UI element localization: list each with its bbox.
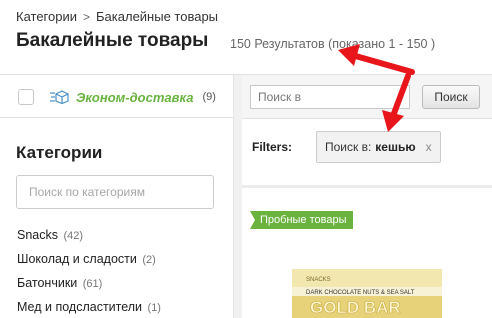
category-name[interactable]: Мед и подсластители [17, 300, 142, 314]
sidebar: Эконом-доставка (9) Категории Snacks (42… [0, 75, 233, 318]
remove-filter-icon[interactable]: x [426, 140, 432, 154]
breadcrumb-item-current[interactable]: Бакалейные товары [96, 9, 218, 24]
active-filter-chip: Поиск в: кешью x [316, 131, 441, 163]
sidebar-divider [0, 117, 233, 118]
category-count: (42) [63, 230, 84, 242]
page-title: Бакалейные товары [16, 30, 209, 51]
econ-delivery-filter[interactable]: Эконом-доставка (9) [18, 89, 216, 105]
column-divider [233, 75, 242, 318]
results-panel: Filters: Поиск в: кешью x Пробные товары… [242, 119, 492, 318]
search-within-button[interactable]: Поиск [422, 85, 480, 109]
category-count: (2) [142, 254, 156, 266]
product-brand-text: SNACKS [306, 277, 331, 283]
search-within-bar: Поиск [242, 75, 492, 119]
delivery-box-icon [50, 90, 69, 104]
product-flavor-text: DARK CHOCOLATE NUTS & SEA SALT [306, 290, 415, 296]
category-name[interactable]: Snacks [17, 228, 58, 242]
category-search-input[interactable] [16, 175, 214, 209]
category-name[interactable]: Батончики [17, 276, 77, 290]
category-item-chocolate[interactable]: Шоколад и сладости (2) [17, 247, 161, 271]
category-item-snacks[interactable]: Snacks (42) [17, 223, 161, 247]
breadcrumb-separator: > [83, 9, 91, 24]
filters-label: Filters: [252, 140, 293, 154]
category-list: Snacks (42) Шоколад и сладости (2) Батон… [17, 223, 161, 318]
filter-chip-value: кешью [375, 140, 416, 154]
categories-heading: Категории [16, 143, 103, 162]
promo-badge: Пробные товары [250, 211, 353, 229]
category-count: (61) [82, 278, 103, 290]
breadcrumb-item-categories[interactable]: Категории [16, 9, 77, 24]
filters-divider [242, 185, 492, 188]
category-count: (1) [147, 302, 161, 314]
breadcrumb: Категории > Бакалейные товары [16, 9, 218, 24]
econ-delivery-checkbox[interactable] [18, 89, 34, 105]
econ-delivery-label[interactable]: Эконом-доставка [76, 90, 193, 105]
category-item-bars[interactable]: Батончики (61) [17, 271, 161, 295]
econ-delivery-count: (9) [202, 91, 216, 103]
category-name[interactable]: Шоколад и сладости [17, 252, 137, 266]
product-image[interactable]: SNACKS DARK CHOCOLATE NUTS & SEA SALT GO… [292, 269, 442, 318]
category-item-honey[interactable]: Мед и подсластители (1) [17, 295, 161, 318]
filter-chip-prefix: Поиск в: [325, 140, 372, 154]
product-name-text: GOLD BAR [310, 298, 401, 317]
annotation-arrow-filter [382, 73, 411, 132]
